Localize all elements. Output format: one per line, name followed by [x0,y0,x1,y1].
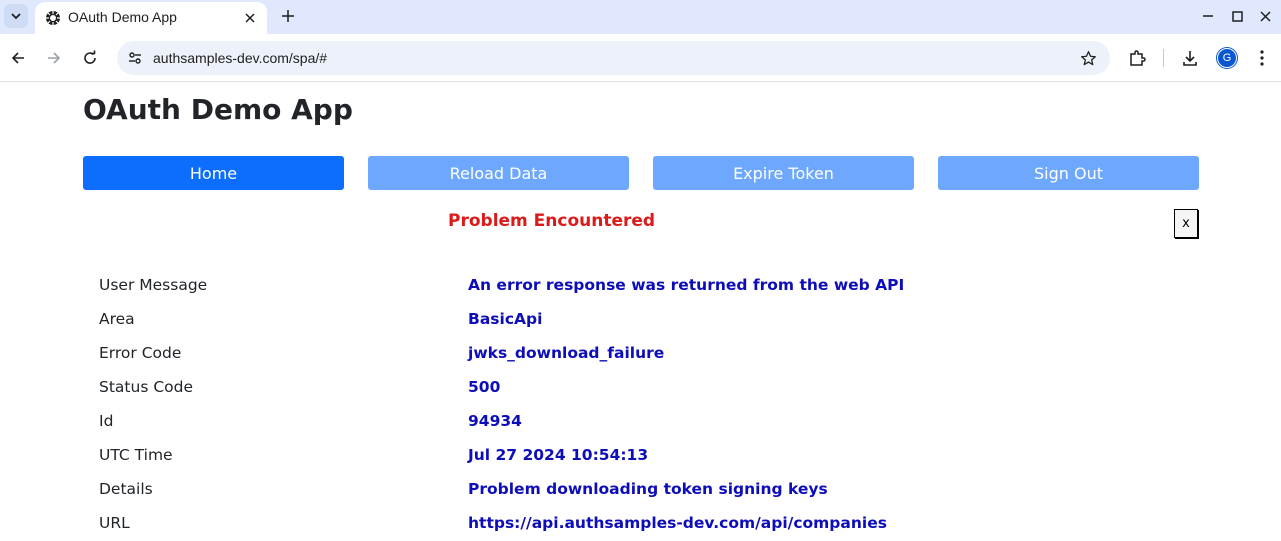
reload-icon [84,50,96,64]
back-button[interactable] [6,46,30,70]
reload-data-button[interactable]: Reload Data [368,156,629,190]
error-heading: Problem Encountered [448,211,656,231]
error-row-url: URL https://api.authsamples-dev.com/api/… [0,514,1281,541]
plus-icon [282,10,294,22]
tab-title: OAuth Demo App [68,9,177,25]
error-label: Id [99,412,114,430]
puzzle-icon [1130,50,1146,66]
error-label: UTC Time [99,446,173,464]
home-button[interactable]: Home [83,156,344,190]
minimize-icon [1203,15,1213,17]
browser-toolbar: authsamples-dev.com/spa/# G [0,34,1281,82]
error-value: jwks_download_failure [468,344,665,362]
more-vert-icon [1260,50,1264,66]
error-label: Area [99,310,135,328]
close-window-button[interactable] [1255,7,1275,25]
close-tab-button[interactable] [241,9,259,27]
forward-button[interactable] [42,46,66,70]
favicon-icon [46,11,60,25]
maximize-button[interactable] [1227,7,1247,25]
reload-button[interactable] [78,46,102,70]
error-row-error-code: Error Code jwks_download_failure [0,344,1281,378]
downloads-button[interactable] [1178,46,1202,70]
bookmark-button[interactable] [1078,48,1098,68]
tune-icon [129,52,141,64]
error-value: An error response was returned from the … [468,276,905,294]
extensions-button[interactable] [1125,46,1149,70]
error-value: Jul 27 2024 10:54:13 [468,446,649,464]
browser-tab-strip: OAuth Demo App [0,0,1281,34]
close-icon [1259,10,1271,22]
minimize-button[interactable] [1198,7,1218,25]
expire-token-button[interactable]: Expire Token [653,156,914,190]
error-label: URL [99,514,130,532]
browser-menu-button[interactable] [1250,46,1274,70]
error-value: Problem downloading token signing keys [468,480,828,498]
error-label: Error Code [99,344,182,362]
error-value: https://api.authsamples-dev.com/api/comp… [468,514,887,532]
toolbar-divider [1163,49,1164,67]
error-row-utc-time: UTC Time Jul 27 2024 10:54:13 [0,446,1281,480]
address-bar[interactable]: authsamples-dev.com/spa/# [117,41,1110,75]
site-info-button[interactable] [123,46,147,70]
chevron-down-icon [11,13,21,20]
close-error-button[interactable]: x [1174,209,1198,238]
close-icon [245,13,255,23]
error-label: Status Code [99,378,193,396]
arrow-right-icon [48,52,61,64]
download-icon [1183,51,1197,66]
profile-avatar[interactable]: G [1217,48,1237,68]
error-label: User Message [99,276,208,294]
star-icon [1080,50,1096,65]
error-value: BasicApi [468,310,543,328]
browser-tab[interactable]: OAuth Demo App [35,2,267,34]
new-tab-button[interactable] [277,5,299,27]
error-value: 94934 [468,412,522,430]
page-title: OAuth Demo App [83,93,353,126]
tab-search-button[interactable] [4,4,28,28]
error-label: Details [99,480,153,498]
maximize-icon [1231,10,1243,22]
error-row-user-message: User Message An error response was retur… [0,276,1281,310]
arrow-left-icon [11,52,24,64]
error-value: 500 [468,378,501,396]
sign-out-button[interactable]: Sign Out [938,156,1199,190]
error-row-id: Id 94934 [0,412,1281,446]
error-row-status-code: Status Code 500 [0,378,1281,412]
error-row-details: Details Problem downloading token signin… [0,480,1281,514]
error-row-area: Area BasicApi [0,310,1281,344]
url-text[interactable]: authsamples-dev.com/spa/# [153,50,327,66]
